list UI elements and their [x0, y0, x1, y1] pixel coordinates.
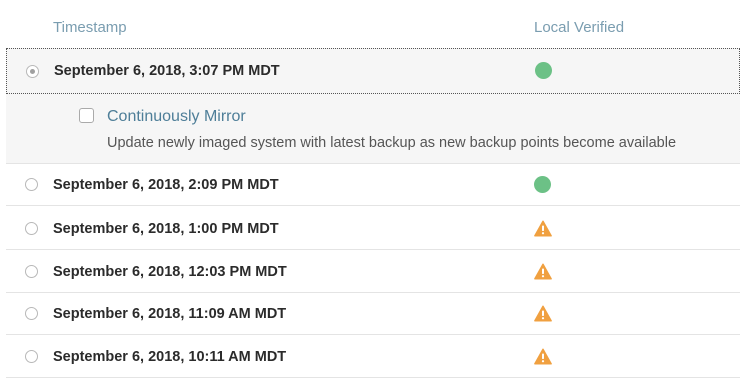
timestamp-text: September 6, 2018, 3:07 PM MDT [54, 63, 280, 79]
table-row[interactable]: September 6, 2018, 10:11 AM MDT [6, 336, 740, 378]
radio-button[interactable] [26, 64, 39, 78]
continuous-mirror-checkbox[interactable] [79, 108, 94, 123]
table-row[interactable]: September 6, 2018, 2:09 PM MDT [6, 164, 740, 206]
table-header: Timestamp Local Verified [0, 0, 740, 46]
status-cell [534, 305, 552, 323]
status-cell [534, 220, 552, 238]
radio-button[interactable] [25, 307, 38, 320]
status-cell [534, 348, 552, 366]
timestamp-text: September 6, 2018, 1:00 PM MDT [53, 220, 279, 237]
table-row[interactable]: September 6, 2018, 1:00 PM MDT [6, 208, 740, 250]
timestamp-text: September 6, 2018, 10:11 AM MDT [53, 348, 287, 365]
radio-button[interactable] [25, 178, 38, 191]
status-cell [534, 263, 552, 281]
timestamp-text: September 6, 2018, 11:09 AM MDT [53, 305, 287, 322]
verified-dot-icon [535, 62, 552, 79]
continuous-mirror-label[interactable]: Continuously Mirror [107, 108, 246, 126]
header-timestamp[interactable]: Timestamp [53, 19, 127, 36]
table-row[interactable]: September 6, 2018, 11:09 AM MDT [6, 293, 740, 335]
continuous-mirror-description: Update newly imaged system with latest b… [107, 135, 677, 151]
table-row[interactable]: September 6, 2018, 12:03 PM MDT [6, 251, 740, 293]
verified-dot-icon [534, 175, 551, 193]
header-local-verified[interactable]: Local Verified [534, 19, 624, 36]
radio-button[interactable] [25, 222, 38, 235]
timestamp-text: September 6, 2018, 2:09 PM MDT [53, 176, 279, 193]
timestamp-text: September 6, 2018, 12:03 PM MDT [53, 263, 287, 280]
radio-button[interactable] [25, 350, 38, 363]
status-cell [535, 62, 553, 80]
radio-button[interactable] [25, 265, 38, 278]
backup-points-table: Timestamp Local Verified September 6, 20… [0, 0, 740, 378]
continuous-mirror-panel: Continuously Mirror Update newly imaged … [6, 94, 740, 164]
warning-icon [534, 305, 552, 322]
status-cell [534, 175, 552, 194]
table-row-selected[interactable]: September 6, 2018, 3:07 PM MDT [6, 48, 740, 94]
warning-icon [534, 348, 552, 365]
warning-icon [534, 220, 552, 237]
warning-icon [534, 263, 552, 280]
